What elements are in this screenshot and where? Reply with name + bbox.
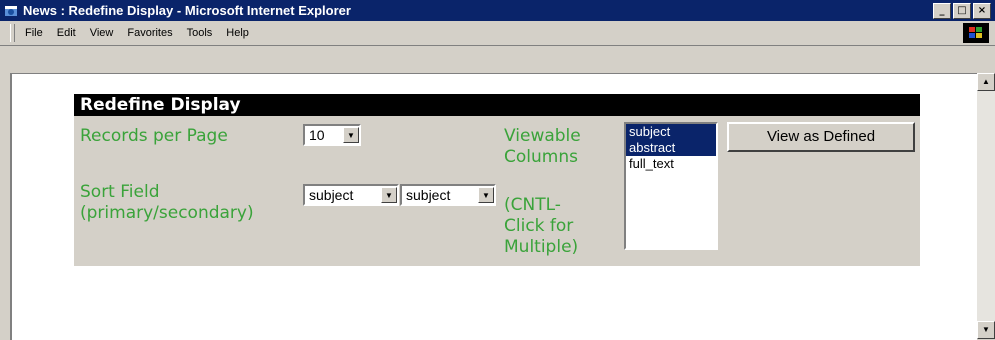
- viewable-columns-listbox[interactable]: subject abstract full_text: [624, 122, 718, 250]
- menu-help[interactable]: Help: [226, 27, 249, 39]
- scroll-up-button[interactable]: ▲: [977, 73, 995, 91]
- multi-select-hint: (CNTL-: [504, 195, 561, 215]
- column-option-full-text[interactable]: full_text: [626, 156, 716, 172]
- window-title: News : Redefine Display - Microsoft Inte…: [23, 3, 351, 18]
- menu-tools[interactable]: Tools: [187, 27, 213, 39]
- toolbar-area: [0, 46, 995, 73]
- chevron-down-icon[interactable]: ▼: [343, 127, 359, 143]
- sort-primary-value: subject: [309, 187, 354, 203]
- column-option-abstract[interactable]: abstract: [626, 140, 716, 156]
- menu-file[interactable]: File: [25, 27, 43, 39]
- scroll-down-button[interactable]: ▼: [977, 321, 995, 339]
- title-bar: News : Redefine Display - Microsoft Inte…: [0, 0, 995, 21]
- viewable-columns-label-2: Columns: [504, 147, 578, 167]
- maximize-button[interactable]: □: [953, 2, 971, 19]
- redefine-display-form: Redefine Display Records per Page 10 ▼ S…: [74, 94, 920, 266]
- records-per-page-value: 10: [309, 127, 325, 143]
- windows-logo-icon: [963, 23, 989, 43]
- chevron-down-icon[interactable]: ▼: [381, 187, 397, 203]
- sort-secondary-value: subject: [406, 187, 451, 203]
- records-per-page-select[interactable]: 10 ▼: [303, 124, 361, 146]
- menu-edit[interactable]: Edit: [57, 27, 76, 39]
- ie-icon: [3, 3, 19, 19]
- multi-select-hint-3: Multiple): [504, 237, 579, 257]
- close-button[interactable]: ×: [973, 2, 991, 19]
- minimize-button[interactable]: _: [933, 2, 951, 19]
- multi-select-hint-2: Click for: [504, 216, 574, 236]
- sort-field-sublabel: (primary/secondary): [80, 203, 254, 223]
- chevron-down-icon[interactable]: ▼: [478, 187, 494, 203]
- menu-bar: File Edit View Favorites Tools Help: [0, 21, 995, 46]
- vertical-scrollbar[interactable]: ▲ ▼: [977, 73, 995, 339]
- view-as-defined-button[interactable]: View as Defined: [727, 122, 915, 152]
- page-content: Redefine Display Records per Page 10 ▼ S…: [10, 73, 977, 340]
- menu-favorites[interactable]: Favorites: [127, 27, 172, 39]
- records-per-page-label: Records per Page: [80, 126, 228, 146]
- form-header: Redefine Display: [74, 94, 920, 116]
- menu-view[interactable]: View: [90, 27, 114, 39]
- toolbar-grip[interactable]: [10, 24, 15, 42]
- sort-secondary-select[interactable]: subject ▼: [400, 184, 496, 206]
- sort-primary-select[interactable]: subject ▼: [303, 184, 399, 206]
- sort-field-label: Sort Field: [80, 182, 160, 202]
- column-option-subject[interactable]: subject: [626, 124, 716, 140]
- viewable-columns-label: Viewable: [504, 126, 581, 146]
